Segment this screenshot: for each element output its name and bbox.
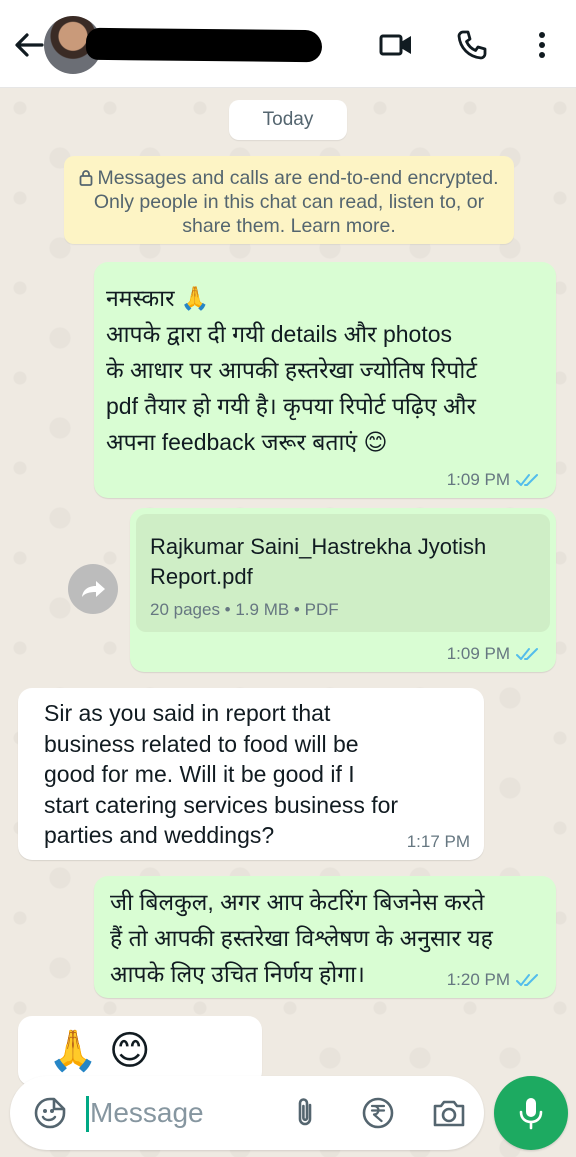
document-title: Rajkumar Saini_Hastrekha Jyotish bbox=[150, 534, 487, 559]
message-line: good for me. Will it be good if I bbox=[44, 761, 355, 787]
forward-icon bbox=[82, 581, 105, 597]
encryption-notice[interactable]: Messages and calls are end-to-end encryp… bbox=[64, 156, 514, 244]
message-line: जी बिलकुल, अगर आप केटरिंग बिजनेस करते bbox=[110, 889, 485, 915]
message-meta: 1:09 PM bbox=[447, 470, 542, 490]
outgoing-message[interactable]: नमस्कार 🙏 आपके द्वारा दी गयी details और … bbox=[94, 262, 556, 498]
document-attachment[interactable]: Rajkumar Saini_Hastrekha Jyotish Report.… bbox=[136, 514, 550, 632]
message-line: के आधार पर आपकी हस्तरेखा ज्योतिष रिपोर्ट bbox=[106, 357, 477, 383]
message-line: Sir as you said in report that bbox=[44, 700, 331, 726]
incoming-message[interactable]: Sir as you said in report that business … bbox=[18, 688, 484, 860]
date-divider: Today bbox=[229, 100, 347, 140]
message-line: अपना feedback जरूर बताएं 😊 bbox=[106, 429, 388, 455]
chat-header bbox=[0, 0, 576, 88]
message-meta: 1:20 PM bbox=[447, 970, 542, 990]
double-check-icon bbox=[516, 648, 538, 660]
message-line: start catering services business for bbox=[44, 791, 399, 818]
voice-message-button[interactable] bbox=[494, 1076, 568, 1150]
message-time: 1:17 PM bbox=[406, 832, 470, 851]
message-meta: 1:17 PM bbox=[407, 832, 470, 852]
outgoing-document-message[interactable]: Rajkumar Saini_Hastrekha Jyotish Report.… bbox=[130, 508, 556, 672]
outgoing-message[interactable]: जी बिलकुल, अगर आप केटरिंग बिजनेस करते है… bbox=[94, 876, 556, 998]
message-composer bbox=[10, 1076, 484, 1150]
message-meta: 1:09 PM bbox=[447, 644, 542, 664]
message-line: हैं तो आपकी हस्तरेखा विश्लेषण के अनुसार … bbox=[110, 925, 493, 951]
message-line: आपके द्वारा दी गयी details और photos bbox=[106, 321, 453, 347]
lock-icon bbox=[80, 170, 93, 186]
message-time: 1:20 PM bbox=[446, 970, 510, 989]
back-arrow-icon[interactable] bbox=[12, 30, 46, 60]
mic-icon bbox=[519, 1098, 543, 1130]
message-input[interactable] bbox=[90, 1092, 280, 1134]
rupee-icon[interactable] bbox=[360, 1095, 396, 1131]
camera-icon[interactable] bbox=[430, 1095, 468, 1131]
message-time: 1:09 PM bbox=[446, 470, 510, 489]
attach-icon[interactable] bbox=[288, 1095, 322, 1131]
contact-name-redacted[interactable] bbox=[85, 27, 323, 63]
text-cursor bbox=[86, 1096, 89, 1132]
video-call-icon[interactable] bbox=[378, 27, 414, 63]
encryption-text: Messages and calls are end-to-end encryp… bbox=[93, 167, 499, 237]
forward-button[interactable] bbox=[68, 564, 118, 614]
document-title: Report.pdf bbox=[150, 564, 253, 589]
message-line: 🙏 😊 bbox=[48, 1029, 151, 1073]
phone-icon[interactable] bbox=[454, 27, 490, 63]
emoji-icon[interactable] bbox=[32, 1095, 68, 1131]
double-check-icon bbox=[516, 974, 538, 986]
message-time: 1:09 PM bbox=[446, 644, 510, 663]
document-info: 20 pages • 1.9 MB • PDF bbox=[150, 600, 339, 619]
more-options-icon[interactable] bbox=[524, 27, 560, 63]
message-line: नमस्कार 🙏 bbox=[106, 285, 210, 311]
double-check-icon bbox=[516, 474, 538, 486]
message-line: business related to food will be bbox=[44, 730, 359, 757]
message-line: pdf तैयार हो गयी है। कृपया रिपोर्ट पढ़िए… bbox=[106, 393, 476, 419]
